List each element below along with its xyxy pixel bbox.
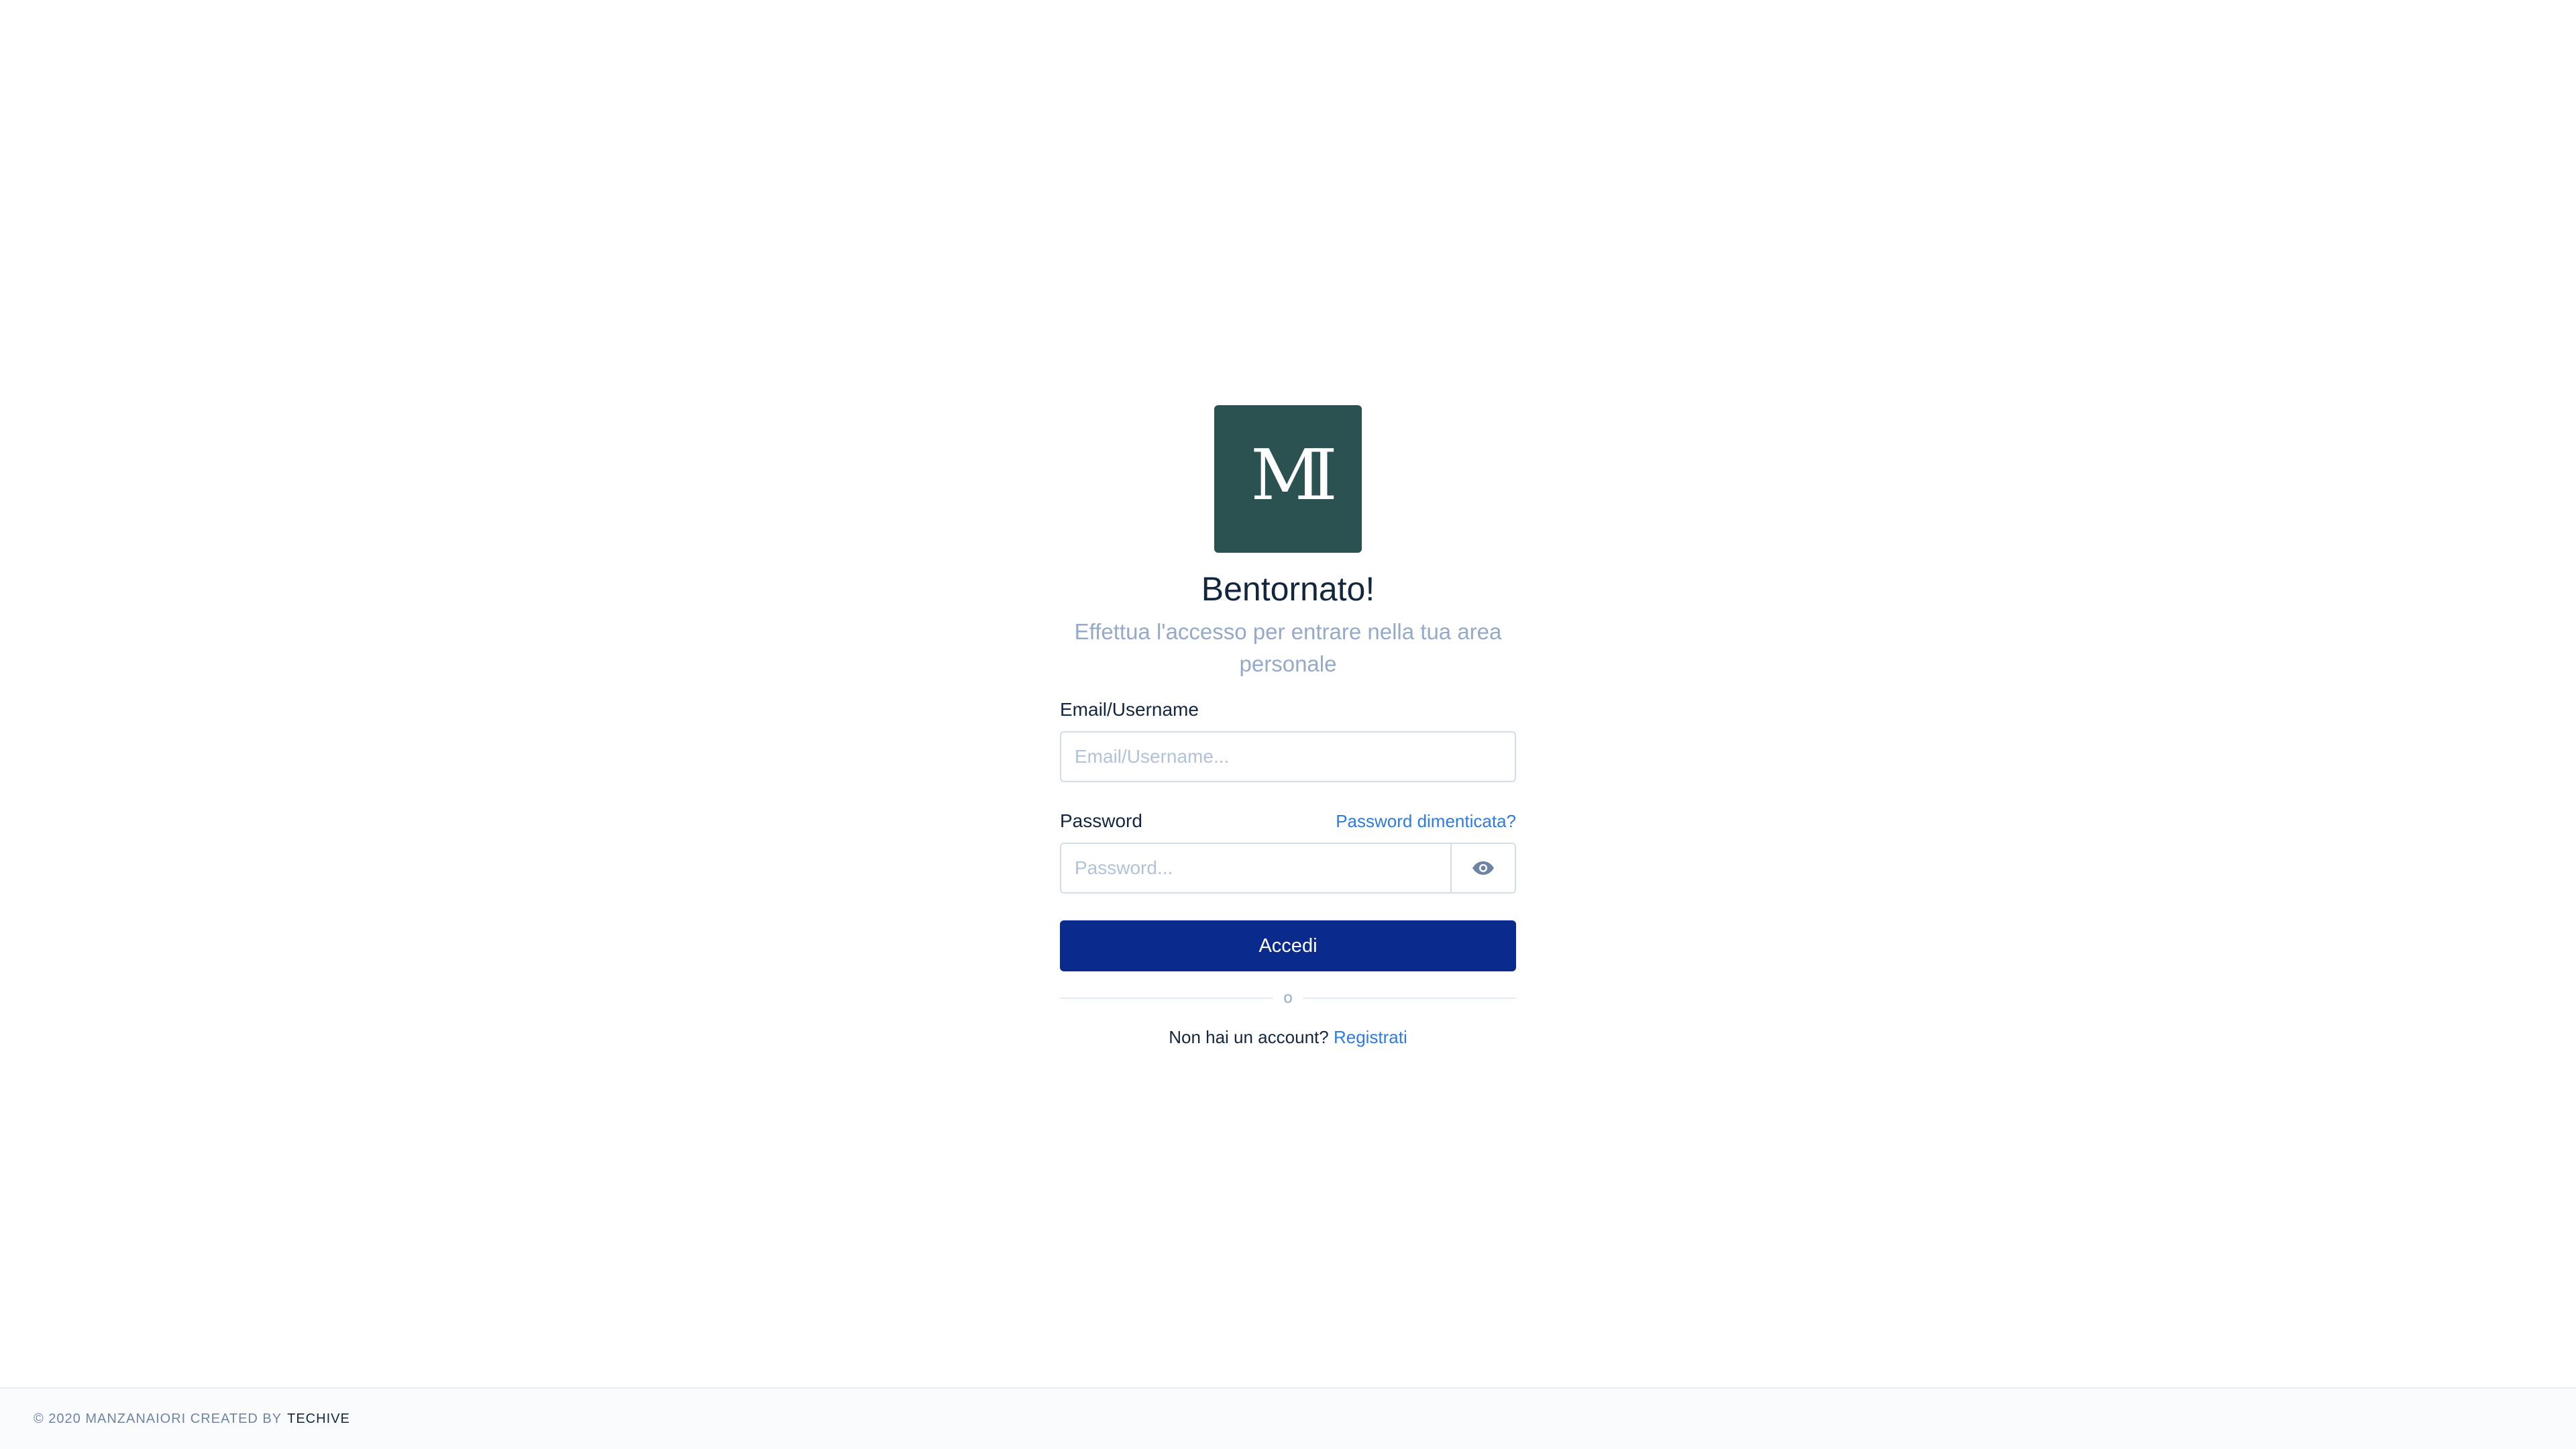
login-submit-button[interactable]: Accedi <box>1060 920 1516 971</box>
page-footer: © 2020 MANZANAIORI CREATED BY TECHIVE <box>0 1387 2576 1449</box>
or-divider: o <box>1060 989 1517 1008</box>
footer-brand: TECHIVE <box>287 1411 350 1426</box>
password-input-group <box>1060 843 1516 894</box>
divider-line-right <box>1303 998 1517 999</box>
email-label-row: Email/Username <box>1060 698 1516 722</box>
login-page: MI Bentornato! Effettua l'accesso per en… <box>0 0 2576 1449</box>
brand-logo: MI <box>1214 405 1362 553</box>
register-link[interactable]: Registrati <box>1334 1027 1407 1047</box>
login-card: MI Bentornato! Effettua l'accesso per en… <box>1060 405 1517 1049</box>
password-label-row: Password Password dimenticata? <box>1060 809 1516 833</box>
no-account-text: Non hai un account? <box>1169 1027 1329 1047</box>
email-label: Email/Username <box>1060 699 1199 720</box>
toggle-password-visibility-button[interactable] <box>1452 843 1516 894</box>
eye-icon <box>1472 861 1494 875</box>
page-title: Bentornato! <box>1201 570 1375 608</box>
password-label: Password <box>1060 810 1142 831</box>
divider-line-left <box>1060 998 1273 999</box>
forgot-password-link[interactable]: Password dimenticata? <box>1336 809 1516 833</box>
register-prompt: Non hai un account? Registrati <box>1169 1025 1407 1049</box>
email-field[interactable] <box>1060 731 1516 782</box>
footer-copyright: © 2020 MANZANAIORI CREATED BY <box>34 1411 282 1426</box>
brand-monogram: MI <box>1250 445 1338 513</box>
page-subtitle: Effettua l'accesso per entrare nella tua… <box>1074 619 1502 676</box>
password-field[interactable] <box>1060 843 1452 894</box>
divider-text: o <box>1283 989 1293 1007</box>
svg-text:MI: MI <box>1250 445 1334 513</box>
